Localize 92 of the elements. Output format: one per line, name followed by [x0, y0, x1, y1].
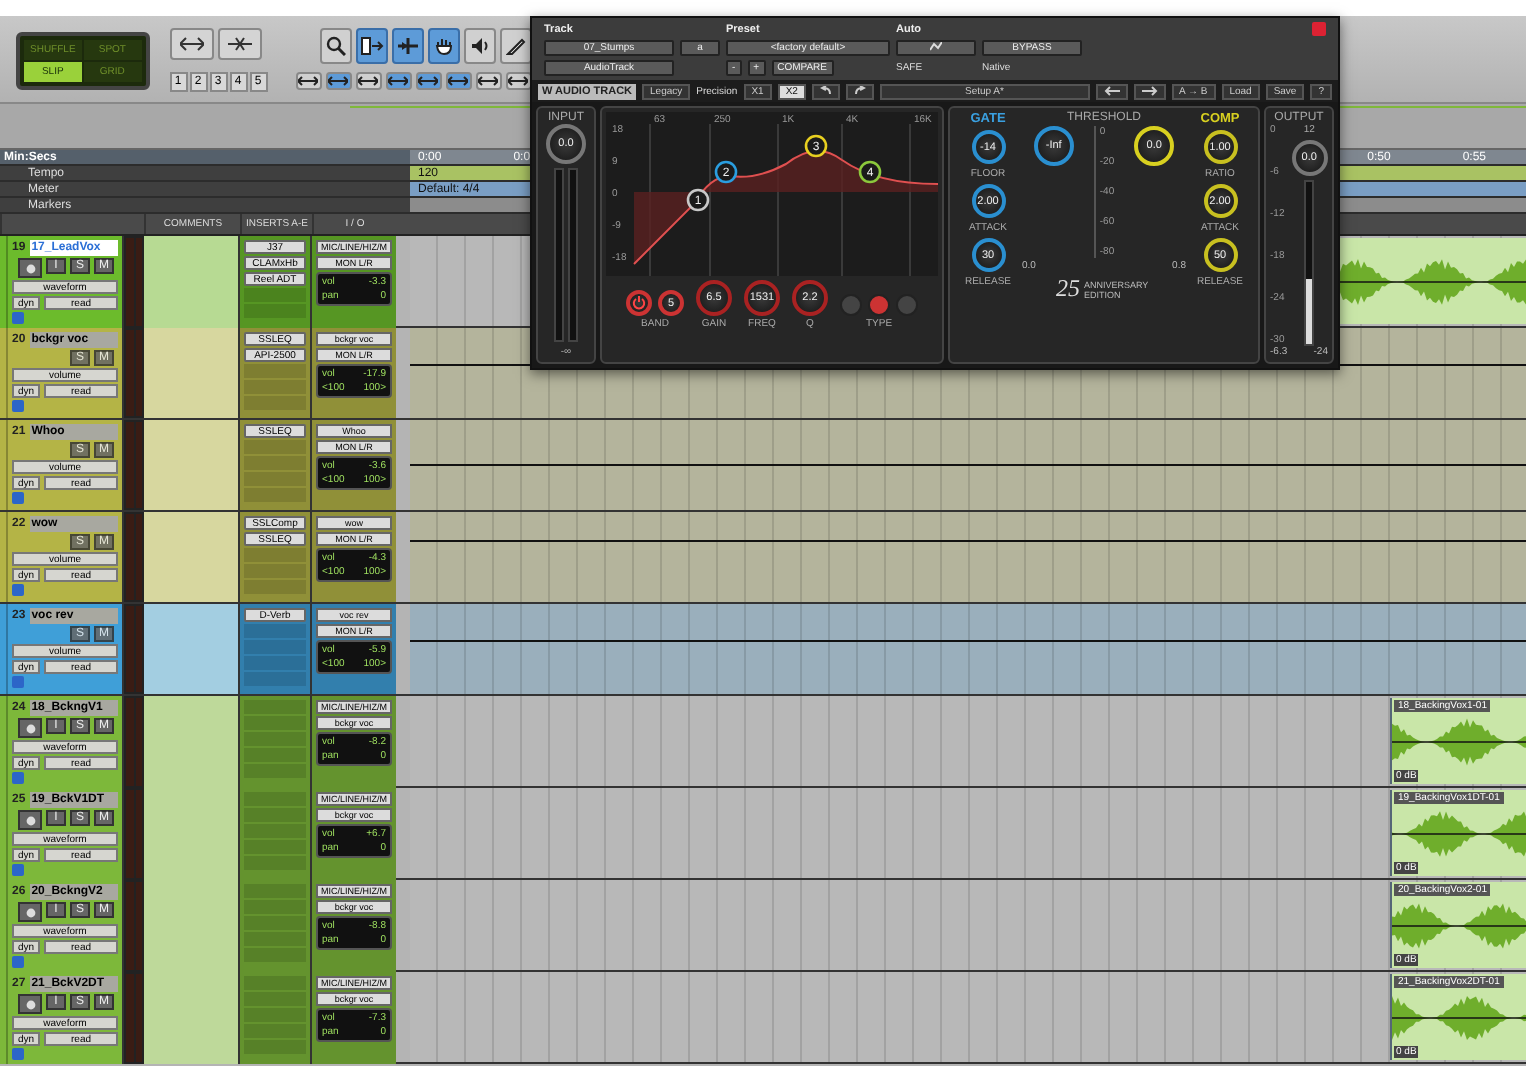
- voice-icon: [12, 400, 24, 412]
- zoom-out-button[interactable]: [169, 28, 214, 60]
- record-icon: [25, 999, 35, 1009]
- comments-field[interactable]: [144, 420, 240, 510]
- comments-field[interactable]: [144, 328, 240, 418]
- comments-field[interactable]: [144, 236, 240, 328]
- insert-slot[interactable]: [244, 440, 306, 454]
- filter-type-button[interactable]: [840, 294, 862, 316]
- arrows-icon: [388, 76, 409, 86]
- record-button[interactable]: [18, 718, 42, 738]
- waveform-drawing: [1392, 716, 1526, 768]
- level-meter: [124, 604, 144, 694]
- previous-setup-button[interactable]: [1095, 83, 1127, 99]
- toggle-button[interactable]: [415, 72, 442, 90]
- filter-type-button[interactable]: [868, 294, 890, 316]
- hand-icon: [433, 36, 454, 56]
- waveform-drawing: [1392, 992, 1526, 1044]
- waveform-drawing: [1392, 900, 1526, 952]
- insert-slot[interactable]: [244, 624, 306, 638]
- record-icon: [25, 723, 35, 733]
- close-button[interactable]: [1312, 22, 1326, 36]
- toggle-button[interactable]: [475, 72, 502, 90]
- voice-icon: [12, 492, 24, 504]
- arrows-icon: [478, 76, 499, 86]
- insert-slot[interactable]: [244, 364, 306, 378]
- toggle-button[interactable]: [445, 72, 472, 90]
- comments-field[interactable]: [144, 972, 240, 1064]
- record-icon: [25, 815, 35, 825]
- voice-icon: [12, 864, 24, 876]
- tool-button[interactable]: [463, 28, 496, 64]
- comments-field[interactable]: [144, 512, 240, 602]
- level-meter: [124, 328, 144, 418]
- level-meter: [124, 420, 144, 510]
- level-meter: [124, 880, 144, 972]
- toggle-button[interactable]: [505, 72, 532, 90]
- arrows-icon: [418, 76, 439, 86]
- record-button[interactable]: [18, 258, 42, 278]
- tool-button[interactable]: [391, 28, 424, 64]
- arrows-icon: [358, 76, 379, 86]
- insert-slot[interactable]: [244, 288, 306, 302]
- voice-icon: [12, 676, 24, 688]
- level-meter: [124, 696, 144, 788]
- voice-icon: [12, 312, 24, 324]
- tool-button[interactable]: [355, 28, 388, 64]
- arrows-icon: [179, 36, 204, 52]
- automation-icon: [930, 42, 942, 52]
- filter-type-button[interactable]: [896, 294, 918, 316]
- magnifier-icon: [325, 36, 346, 56]
- record-button[interactable]: [18, 994, 42, 1014]
- tool-button[interactable]: [427, 28, 460, 64]
- toggle-button[interactable]: [385, 72, 412, 90]
- level-meter: [124, 512, 144, 602]
- record-icon: [25, 263, 35, 273]
- tool-button[interactable]: [499, 28, 532, 64]
- record-button[interactable]: [18, 810, 42, 830]
- insert-slot[interactable]: [244, 548, 306, 562]
- bracket-arrow-icon: [359, 36, 384, 56]
- comments-field[interactable]: [144, 696, 240, 788]
- toggle-button[interactable]: [355, 72, 382, 90]
- undo-button[interactable]: [811, 83, 840, 99]
- speaker-icon: [469, 36, 490, 56]
- arrows-icon: [448, 76, 469, 86]
- logo-number: 25: [1056, 274, 1080, 304]
- arrows-icon: [298, 76, 319, 86]
- right-arrow-icon: [1141, 85, 1157, 95]
- waveform-drawing: [1392, 808, 1526, 860]
- comments-field[interactable]: [144, 604, 240, 694]
- voice-icon: [12, 584, 24, 596]
- voice-icon: [12, 956, 24, 968]
- next-setup-button[interactable]: [1133, 83, 1165, 99]
- audio-clip[interactable]: [1338, 238, 1526, 324]
- level-meter: [124, 972, 144, 1064]
- automation-button[interactable]: [896, 40, 976, 56]
- arrows-icon: [227, 36, 252, 52]
- voice-icon: [12, 1048, 24, 1060]
- pencil-icon: [505, 36, 526, 56]
- band-power-button[interactable]: [626, 290, 652, 316]
- record-button[interactable]: [18, 902, 42, 922]
- toggle-button[interactable]: [325, 72, 352, 90]
- redo-button[interactable]: [845, 83, 874, 99]
- tool-button[interactable]: [319, 28, 352, 64]
- toggle-button[interactable]: [295, 72, 322, 90]
- level-meter: [124, 788, 144, 880]
- voice-icon: [12, 772, 24, 784]
- arrows-icon: [328, 76, 349, 86]
- left-arrow-icon: [1103, 85, 1119, 95]
- cursor-icon: [395, 36, 420, 56]
- record-icon: [25, 907, 35, 917]
- power-icon: [632, 296, 646, 310]
- undo-icon: [819, 85, 832, 95]
- zoom-in-button[interactable]: [217, 28, 262, 60]
- redo-icon: [853, 85, 866, 95]
